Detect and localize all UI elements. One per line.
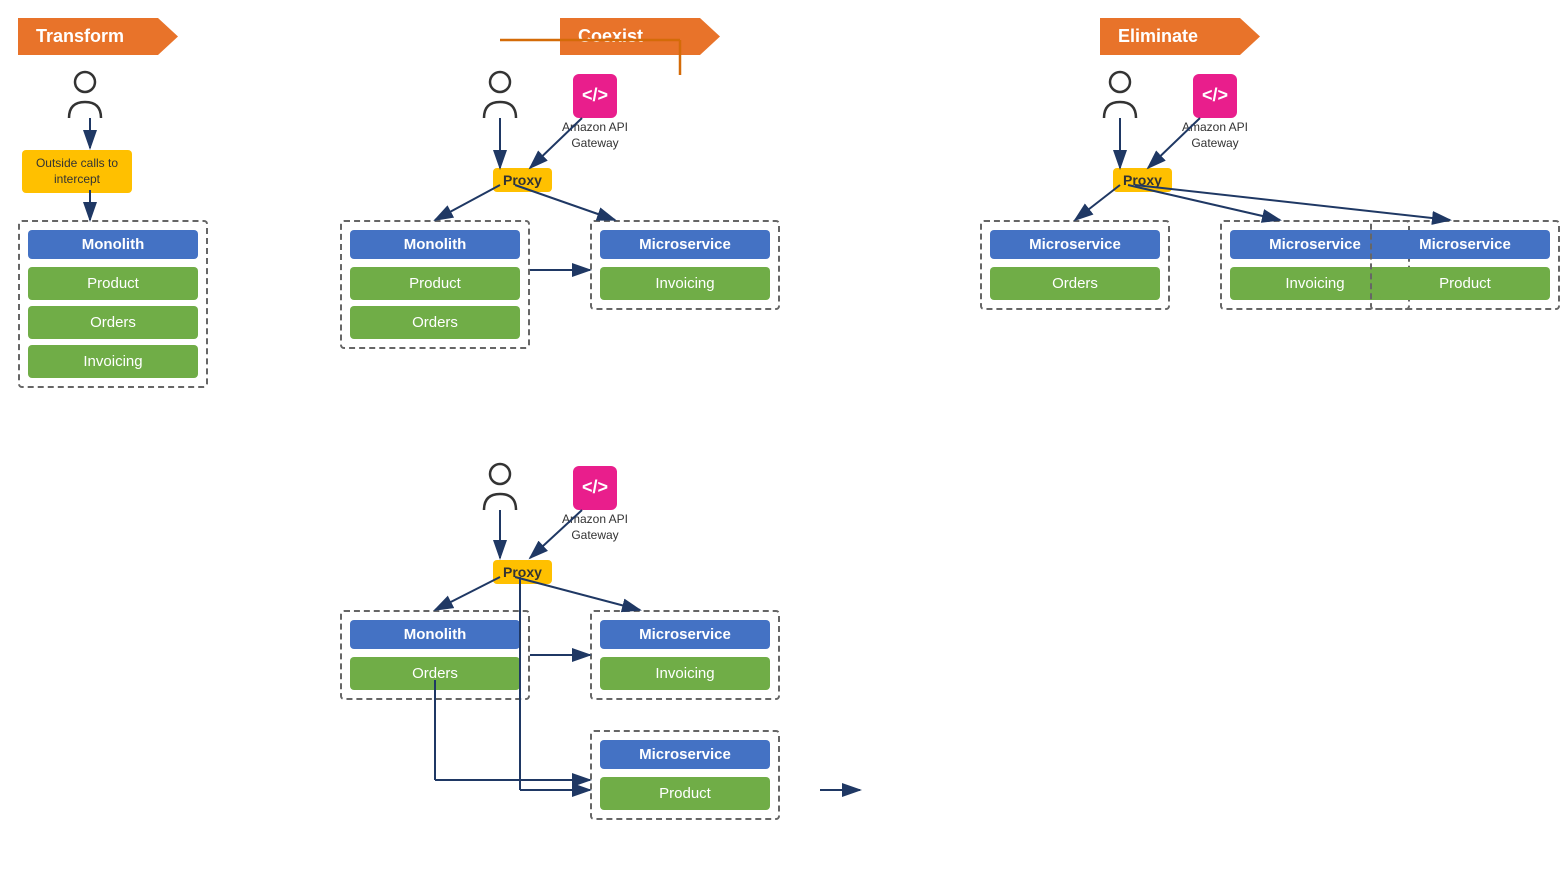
coexist-bottom-gateway: </> Amazon API Gateway <box>560 466 630 543</box>
eliminate-module-product: Product <box>1380 267 1550 300</box>
coexist-bottom-microservice1-header: Microservice <box>600 620 770 649</box>
coexist-top-module-product: Product <box>350 267 520 300</box>
coexist-bottom-person <box>480 462 520 512</box>
coexist-top-monolith-header: Monolith <box>350 230 520 259</box>
eliminate-microservice3-header: Microservice <box>1380 230 1550 259</box>
coexist-top-monolith-box: Monolith Product Orders <box>340 220 530 349</box>
transform-module-invoicing: Invoicing <box>28 345 198 378</box>
coexist-bottom-module-product: Product <box>600 777 770 810</box>
transform-module-orders: Orders <box>28 306 198 339</box>
eliminate-gateway: </> Amazon API Gateway <box>1180 74 1250 151</box>
transform-label: Transform <box>18 18 178 55</box>
outside-calls-label: Outside calls to intercept <box>22 150 132 193</box>
eliminate-microservice1-box: Microservice Orders <box>980 220 1170 310</box>
coexist-top-microservice-box: Microservice Invoicing <box>590 220 780 310</box>
eliminate-module-orders: Orders <box>990 267 1160 300</box>
coexist-label: Coexist <box>560 18 720 55</box>
coexist-bottom-proxy: Proxy <box>493 560 552 584</box>
eliminate-label: Eliminate <box>1100 18 1260 55</box>
coexist-top-gateway: </> Amazon API Gateway <box>560 74 630 151</box>
coexist-top-person <box>480 70 520 120</box>
eliminate-microservice1-header: Microservice <box>990 230 1160 259</box>
transform-monolith-box: Monolith Product Orders Invoicing <box>18 220 208 388</box>
coexist-bottom-microservice2-box: Microservice Product <box>590 730 780 820</box>
coexist-bottom-module-orders: Orders <box>350 657 520 690</box>
coexist-bottom-microservice2-header: Microservice <box>600 740 770 769</box>
transform-monolith-header: Monolith <box>28 230 198 259</box>
coexist-top-module-orders: Orders <box>350 306 520 339</box>
eliminate-microservice3-box: Microservice Product <box>1370 220 1560 310</box>
transform-module-product: Product <box>28 267 198 300</box>
coexist-bottom-monolith-header: Monolith <box>350 620 520 649</box>
coexist-top-module-invoicing: Invoicing <box>600 267 770 300</box>
arrows-overlay <box>0 0 1566 888</box>
coexist-top-proxy: Proxy <box>493 168 552 192</box>
transform-person <box>65 70 105 120</box>
eliminate-person <box>1100 70 1140 120</box>
transform-banner: Transform <box>18 18 178 55</box>
coexist-bottom-module-invoicing: Invoicing <box>600 657 770 690</box>
eliminate-proxy: Proxy <box>1113 168 1172 192</box>
eliminate-banner: Eliminate <box>1100 18 1260 55</box>
diagram-container: Transform Coexist Eliminate Outside call… <box>0 0 1566 888</box>
coexist-top-microservice-header: Microservice <box>600 230 770 259</box>
coexist-bottom-microservice1-box: Microservice Invoicing <box>590 610 780 700</box>
coexist-banner: Coexist <box>560 18 720 55</box>
coexist-bottom-monolith-box: Monolith Orders <box>340 610 530 700</box>
